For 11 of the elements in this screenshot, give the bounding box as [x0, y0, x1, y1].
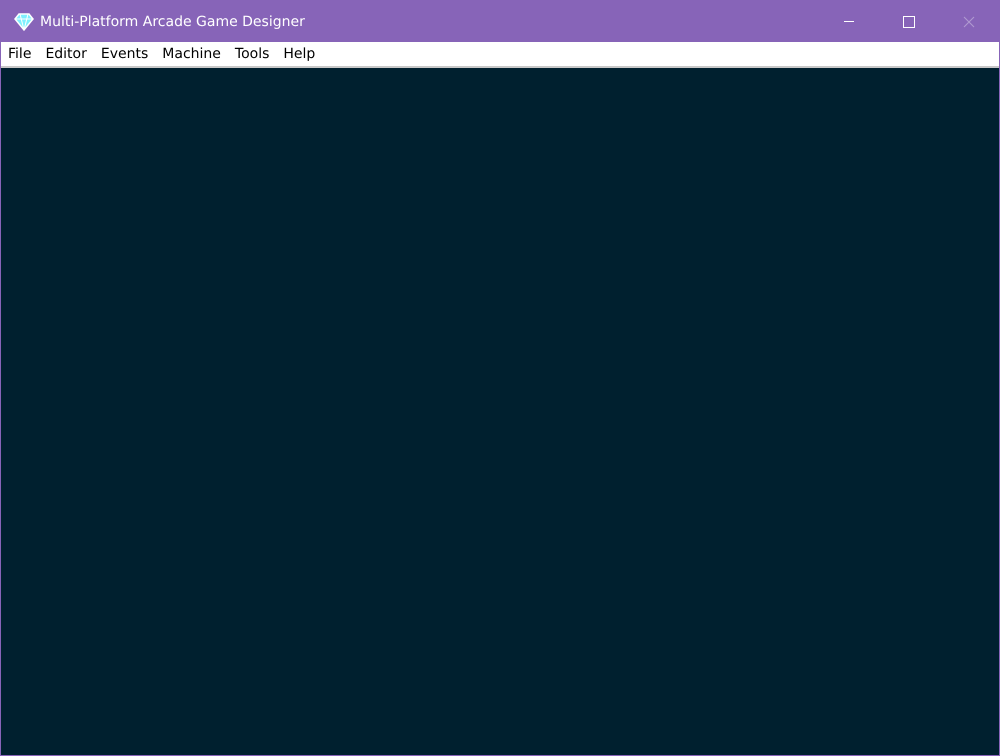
- minimize-icon: [844, 21, 854, 22]
- menu-item[interactable]: Events: [94, 46, 156, 62]
- maximize-icon: [903, 16, 915, 28]
- diamond-icon: [14, 12, 34, 32]
- menu-item[interactable]: File: [1, 46, 38, 62]
- menu-item[interactable]: Tools: [228, 46, 276, 62]
- menu-item[interactable]: Help: [276, 46, 322, 62]
- menu-item[interactable]: Editor: [38, 46, 94, 62]
- menu-item[interactable]: Machine: [155, 46, 228, 62]
- window-title: Multi-Platform Arcade Game Designer: [40, 14, 305, 30]
- close-icon: [963, 16, 975, 28]
